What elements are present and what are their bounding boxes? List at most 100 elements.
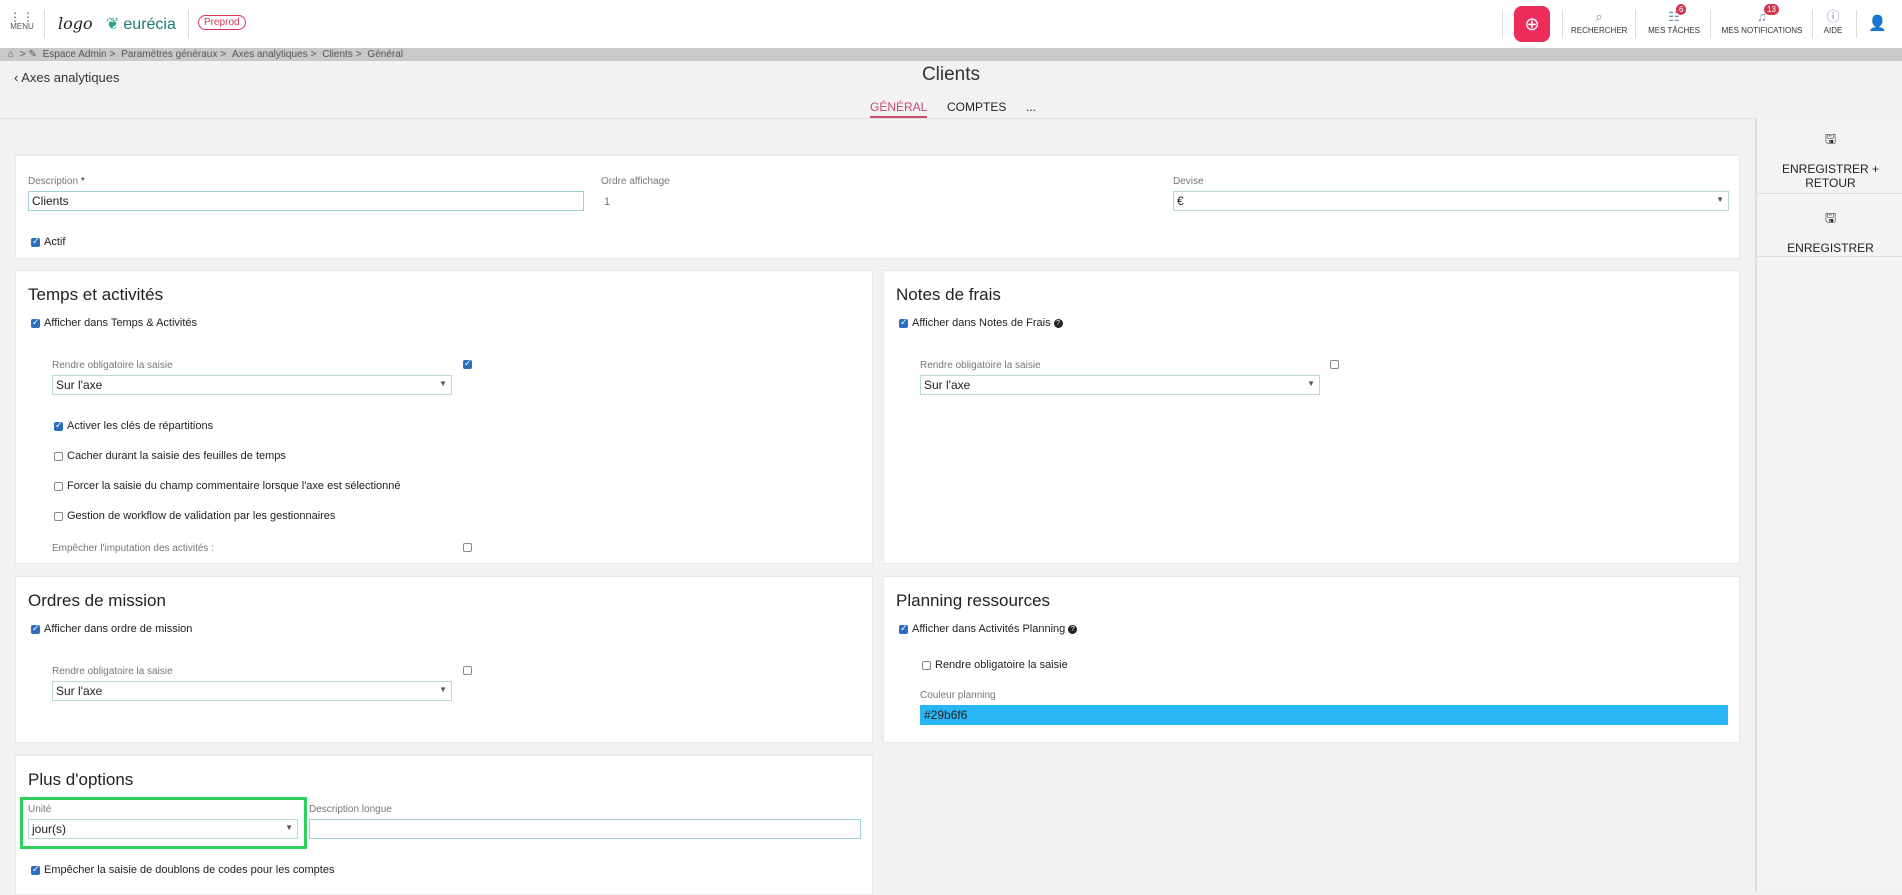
temps-mandatory-select[interactable]: Sur l'axe ▼ xyxy=(52,375,452,395)
mission-mandatory-label: Rendre obligatoire la saisie xyxy=(52,666,173,677)
no-duplicate-checkbox[interactable] xyxy=(31,864,40,875)
prevent-checkbox[interactable] xyxy=(463,543,472,552)
active-checkbox[interactable] xyxy=(31,236,40,247)
planning-show-text: Afficher dans Activités Planning? xyxy=(912,623,1078,635)
company-logo: logo xyxy=(58,14,93,33)
currency-label: Devise xyxy=(1173,176,1204,187)
temps-show-label: Afficher dans Temps & Activités xyxy=(44,317,198,329)
option-label: Gestion de workflow de validation par le… xyxy=(67,510,336,522)
divider xyxy=(44,10,45,38)
help-label: AIDE xyxy=(1823,26,1843,35)
option-checkbox[interactable] xyxy=(54,452,63,461)
notes-panel: Notes de frais Afficher dans Notes de Fr… xyxy=(883,270,1740,564)
environment-badge: Preprod xyxy=(198,15,246,30)
top-bar: ⋮⋮ MENU logo ❦ eurécia Preprod ⊕ ⌕ RECHER… xyxy=(0,0,1902,49)
chevron-down-icon: ▼ xyxy=(439,379,447,388)
menu-label: MENU xyxy=(10,22,34,31)
save-icon: 🖫 xyxy=(1824,210,1837,225)
description-input[interactable]: Clients xyxy=(28,191,584,211)
notes-mandatory-select[interactable]: Sur l'axe ▼ xyxy=(920,375,1320,395)
save-label: ENREGISTRER xyxy=(1787,241,1874,255)
wrench-icon: ✎ xyxy=(28,49,37,60)
active-label: Actif xyxy=(44,236,66,248)
tab-more[interactable]: ... xyxy=(1026,100,1036,114)
bell-icon: ♫ 13 xyxy=(1718,4,1806,26)
save-button[interactable]: 🖫 ENREGISTRER xyxy=(1757,209,1902,255)
search-icon: ⌕ xyxy=(1595,9,1603,24)
tab-comptes[interactable]: COMPTES xyxy=(947,100,1006,114)
tasks-icon: ☷ 6 xyxy=(1646,4,1702,26)
search-label: RECHERCHER xyxy=(1571,26,1628,35)
save-return-button[interactable]: 🖫 ENREGISTRER + RETOUR xyxy=(1757,130,1902,190)
plus-circle-icon: ⊕ xyxy=(1524,14,1540,34)
order-label: Ordre affichage xyxy=(601,176,670,187)
help-icon[interactable]: ? xyxy=(1068,625,1078,634)
currency-select[interactable]: € ▼ xyxy=(1173,191,1729,211)
brand-logo: ❦ eurécia xyxy=(106,14,176,34)
breadcrumb-item[interactable]: Axes analytiques xyxy=(232,49,308,60)
notes-show-checkbox[interactable] xyxy=(899,317,908,328)
option-label: Cacher durant la saisie des feuilles de … xyxy=(67,450,286,462)
highlight-box xyxy=(20,797,307,849)
tasks-label: MES TÂCHES xyxy=(1648,26,1700,35)
divider xyxy=(1856,10,1857,38)
currency-value: € xyxy=(1177,194,1184,208)
divider xyxy=(1757,256,1902,257)
leaf-icon: ❦ xyxy=(106,16,120,33)
mission-mandatory-select[interactable]: Sur l'axe ▼ xyxy=(52,681,452,701)
divider xyxy=(1710,10,1711,38)
tab-general[interactable]: GÉNÉRAL xyxy=(870,100,928,118)
save-return-icon: 🖫 xyxy=(1824,131,1837,146)
planning-color-label: Couleur planning xyxy=(920,690,996,701)
no-duplicate-label: Empêcher la saisie de doublons de codes … xyxy=(44,864,335,876)
chevron-down-icon: ▼ xyxy=(1716,195,1724,204)
mission-show-checkbox[interactable] xyxy=(31,623,40,634)
divider xyxy=(1562,10,1563,38)
help-button[interactable]: ⓘ AIDE xyxy=(1818,8,1848,35)
avatar[interactable]: 👤 xyxy=(1868,14,1887,32)
home-icon[interactable]: ⌂ xyxy=(8,49,14,60)
quick-add-button[interactable]: ⊕ xyxy=(1514,6,1550,42)
options-title: Plus d'options xyxy=(28,770,134,789)
chevron-down-icon: ▼ xyxy=(439,685,447,694)
planning-mandatory-label: Rendre obligatoire la saisie xyxy=(935,659,1068,671)
help-icon: ⓘ xyxy=(1826,9,1840,24)
option-checkbox[interactable] xyxy=(54,420,63,431)
brand-name: eurécia xyxy=(123,16,176,33)
tasks-button[interactable]: ☷ 6 MES TÂCHES xyxy=(1646,4,1702,35)
temps-mandatory-select-value: Sur l'axe xyxy=(56,378,103,392)
temps-panel: Temps et activités Afficher dans Temps &… xyxy=(15,270,873,564)
planning-panel: Planning ressources Afficher dans Activi… xyxy=(883,576,1740,743)
mission-mandatory-checkbox[interactable] xyxy=(463,666,472,675)
notifications-button[interactable]: ♫ 13 MES NOTIFICATIONS xyxy=(1718,4,1806,35)
long-description-input[interactable] xyxy=(309,819,861,839)
breadcrumb-item[interactable]: Espace Admin xyxy=(43,49,107,60)
planning-mandatory-checkbox[interactable] xyxy=(922,661,931,670)
notes-show-label: Afficher dans Notes de Frais xyxy=(912,317,1051,329)
temps-mandatory-checkbox[interactable] xyxy=(463,358,472,369)
search-button[interactable]: ⌕ RECHERCHER xyxy=(1571,8,1627,35)
option-label: Forcer la saisie du champ commentaire lo… xyxy=(67,480,401,492)
help-icon[interactable]: ? xyxy=(1053,319,1063,328)
planning-color-input[interactable]: #29b6f6 xyxy=(920,705,1728,725)
menu-button[interactable]: ⋮⋮ MENU xyxy=(8,11,36,31)
breadcrumb-item[interactable]: Paramètres généraux xyxy=(121,49,217,60)
mission-show-label: Afficher dans ordre de mission xyxy=(44,623,193,635)
planning-show-checkbox[interactable] xyxy=(899,623,908,634)
divider xyxy=(1812,10,1813,38)
breadcrumb-item: Général xyxy=(367,49,403,60)
temps-show-checkbox[interactable] xyxy=(31,317,40,328)
prevent-label: Empêcher l'imputation des activités : xyxy=(52,543,214,554)
mission-title: Ordres de mission xyxy=(28,591,166,610)
breadcrumb-item[interactable]: Clients xyxy=(322,49,353,60)
option-checkbox[interactable] xyxy=(54,512,63,521)
divider xyxy=(1757,193,1902,194)
notes-mandatory-select-value: Sur l'axe xyxy=(924,378,971,392)
temps-title: Temps et activités xyxy=(28,285,164,304)
notes-mandatory-checkbox[interactable] xyxy=(1330,360,1339,369)
action-sidebar: 🖫 ENREGISTRER + RETOUR 🖫 ENREGISTRER xyxy=(1755,118,1902,891)
option-checkbox[interactable] xyxy=(54,482,63,491)
notifications-label: MES NOTIFICATIONS xyxy=(1721,26,1803,35)
long-description-label: Description longue xyxy=(309,804,392,815)
mission-panel: Ordres de mission Afficher dans ordre de… xyxy=(15,576,873,743)
